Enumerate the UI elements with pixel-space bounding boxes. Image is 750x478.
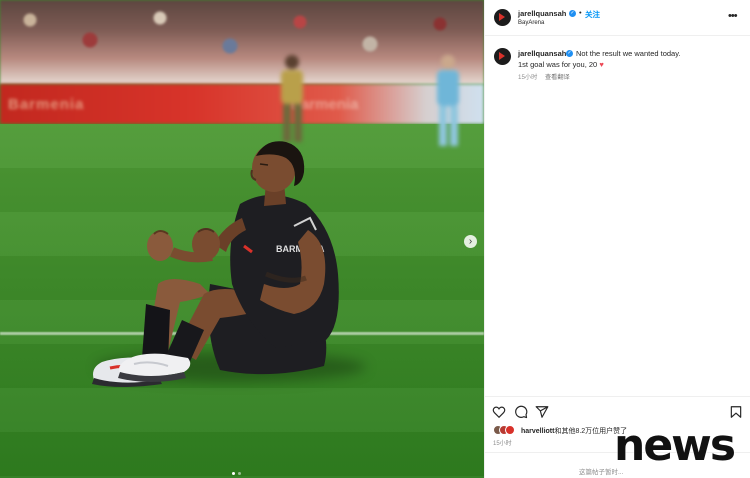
follow-button[interactable]: 关注	[585, 9, 600, 20]
caption-timestamp: 15小时	[518, 74, 538, 81]
bookmark-icon[interactable]	[729, 405, 743, 419]
caption-username[interactable]: jarellquansah	[518, 49, 566, 58]
post-location[interactable]: BayArena	[518, 20, 544, 26]
see-translation-link[interactable]: 查看翻译	[545, 72, 570, 81]
post-header: jarellquansah ✓ • 关注 BayArena •••	[485, 0, 750, 36]
ad-text-left: Barmenia	[8, 96, 85, 113]
comment-icon[interactable]	[514, 405, 528, 419]
carousel-dot-active	[232, 472, 235, 475]
author-avatar[interactable]	[494, 9, 511, 26]
post-timestamp: 15小时	[493, 441, 512, 447]
share-icon[interactable]	[535, 405, 549, 419]
background-player-blue	[437, 55, 459, 146]
post-side-panel: jarellquansah ✓ • 关注 BayArena ••• jarell…	[484, 0, 750, 478]
author-username[interactable]: jarellquansah	[518, 9, 566, 18]
heart-icon[interactable]	[492, 405, 506, 419]
sitting-player: BARMENIA	[92, 141, 339, 387]
more-options-icon[interactable]: •••	[728, 10, 738, 22]
carousel-next-button[interactable]: ›	[464, 235, 477, 248]
verified-badge-icon: ✓	[569, 10, 576, 17]
post-media[interactable]: Barmenia Barmenia BAR	[0, 0, 484, 478]
heart-emoji: ♥	[599, 60, 604, 69]
carousel-dot	[238, 472, 241, 475]
liker-avatar	[505, 425, 515, 435]
advertising-board: Barmenia Barmenia	[0, 84, 484, 124]
caption-text-line2-content: 1st goal was for you, 20	[518, 60, 598, 69]
header-separator: •	[579, 8, 582, 17]
caption-avatar[interactable]	[494, 48, 511, 65]
news-watermark: news	[614, 420, 736, 471]
carousel-dots	[232, 472, 241, 475]
caption-text-line2: 1st goal was for you, 20 ♥	[518, 60, 604, 69]
caption-verified-badge-icon: ✓	[566, 50, 573, 57]
likes-text: harvelliott和其他8.2万位用户赞了	[521, 426, 627, 436]
liker-username[interactable]: harvelliott	[521, 428, 554, 435]
caption-text-line1: Not the result we wanted today.	[576, 49, 681, 58]
stadium-crowd	[0, 0, 484, 84]
